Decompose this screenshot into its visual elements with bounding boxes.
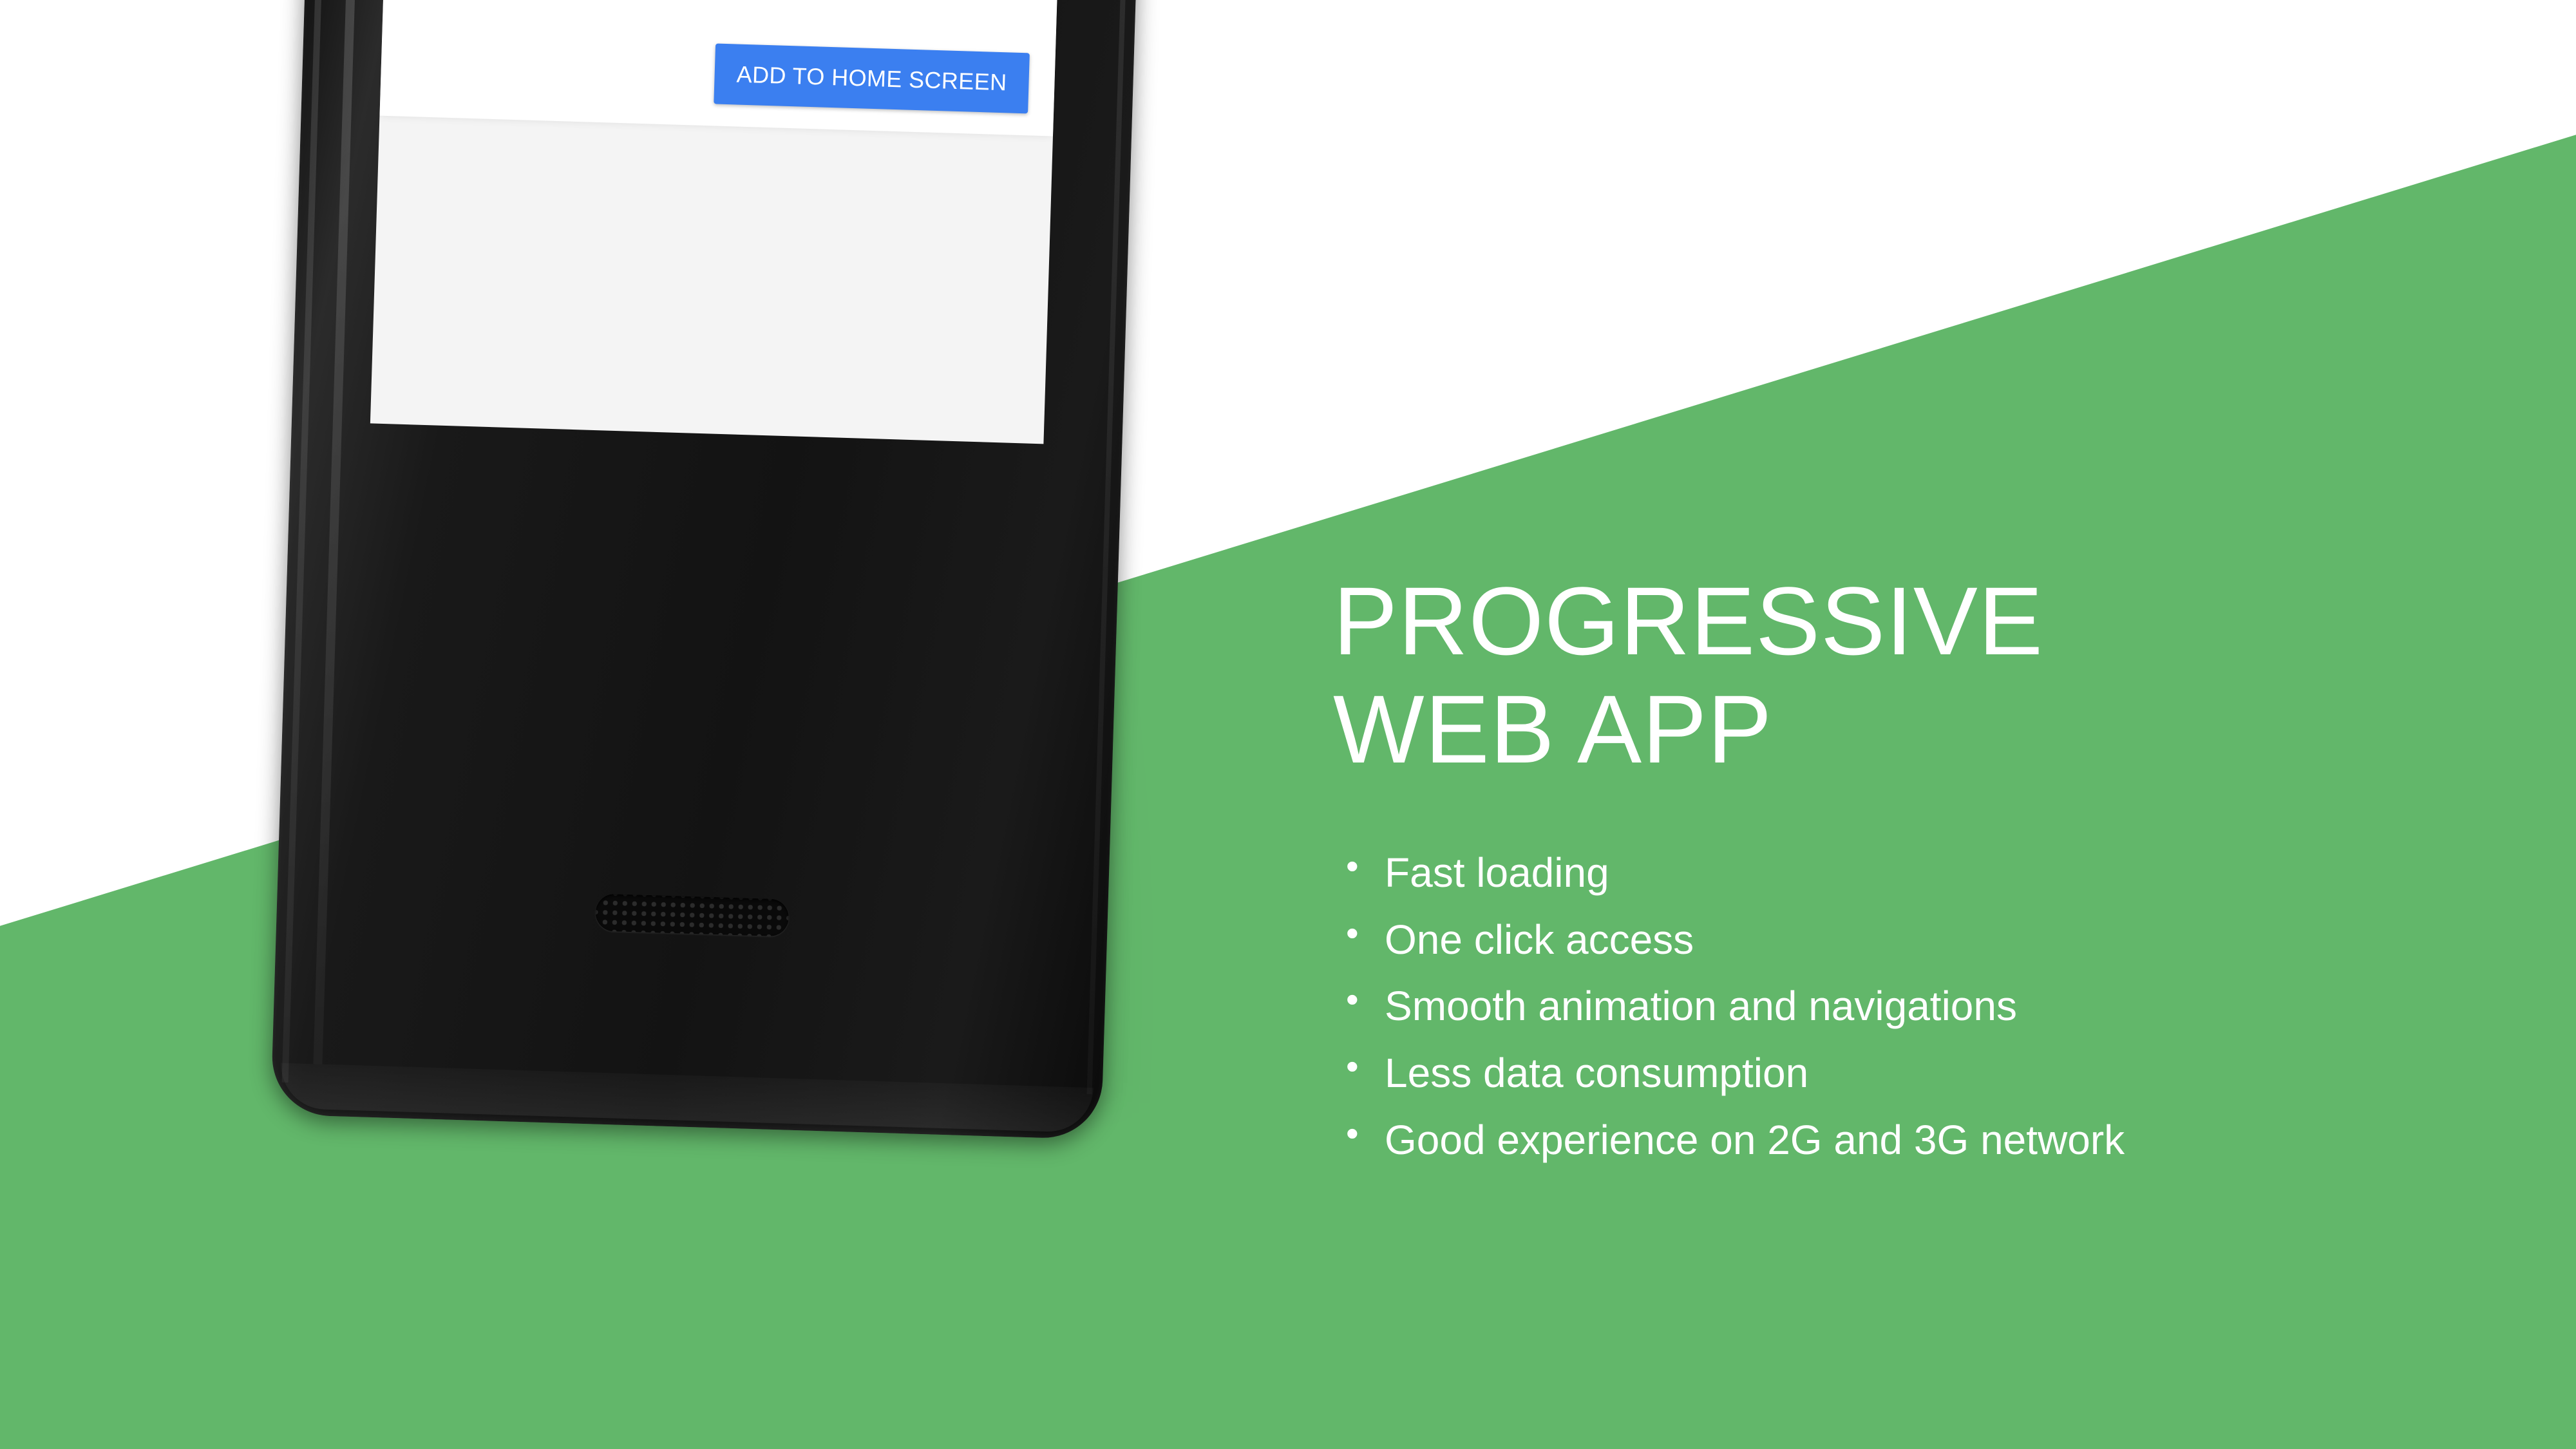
headline-line-2: WEB APP (1333, 675, 1773, 783)
feature-bullet-list: Fast loadingOne click accessSmooth anima… (1333, 837, 2492, 1174)
phone-edge-highlight-inner (313, 0, 382, 1065)
feature-bullet: Good experience on 2G and 3G network (1333, 1104, 2492, 1174)
feature-bullet: Fast loading (1333, 837, 2492, 907)
marketing-copy: PROGRESSIVE WEB APP Fast loadingOne clic… (1333, 567, 2492, 1173)
headline: PROGRESSIVE WEB APP (1333, 567, 2492, 783)
feature-bullet: Less data consumption (1333, 1037, 2492, 1107)
banner-actions: ADD TO HOME SCREEN (714, 43, 1030, 114)
phone-bottom-rim (279, 1063, 1094, 1133)
add-to-home-screen-button[interactable]: ADD TO HOME SCREEN (714, 43, 1030, 114)
slide-canvas: CAT - 2016 : Approaches To Tackle Arithm… (0, 0, 2576, 1449)
speaker-grille-icon (594, 893, 790, 937)
phone-screen: CAT - 2016 : Approaches To Tackle Arithm… (370, 0, 1083, 444)
phone-mockup: CAT - 2016 : Approaches To Tackle Arithm… (267, 0, 1189, 1236)
phone-body: CAT - 2016 : Approaches To Tackle Arithm… (270, 0, 1162, 1140)
headline-line-1: PROGRESSIVE (1333, 567, 2043, 675)
add-to-home-screen-banner: Unacademy unacademy.in × ADD TO HOME SCR… (379, 0, 1063, 137)
feature-bullet: Smooth animation and navigations (1333, 971, 2492, 1040)
feature-bullet: One click access (1333, 904, 2492, 974)
